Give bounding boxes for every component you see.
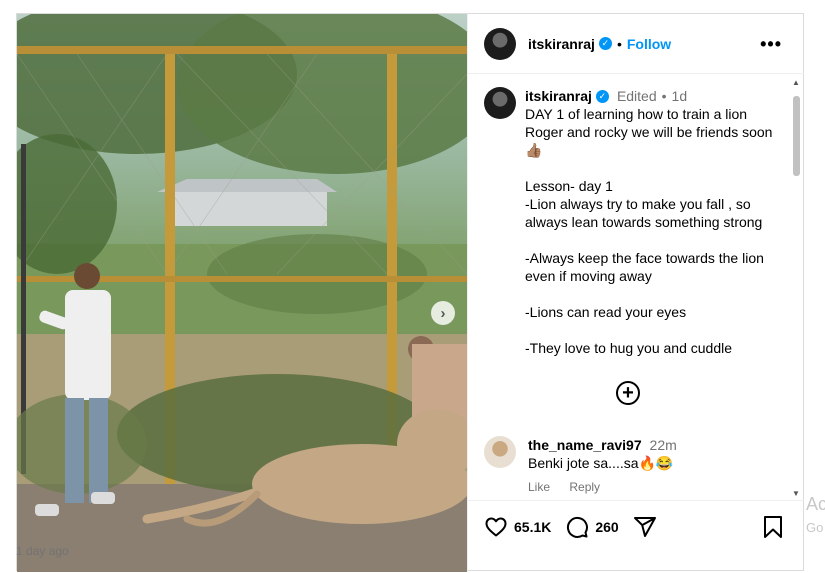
post-header: itskiranraj ✓ • Follow •••: [468, 14, 804, 74]
comment-item: the_name_ravi97 22m Benki jote sa....sa🔥…: [484, 436, 784, 496]
comments-area[interactable]: itskiranraj ✓ Edited • 1d DAY 1 of learn…: [468, 75, 804, 499]
activate-windows-overlay-line1: Ac: [806, 494, 825, 514]
comment-time[interactable]: 22m: [650, 437, 677, 453]
chevron-right-icon: ›: [440, 304, 446, 322]
likes-count[interactable]: 65.1K: [514, 519, 551, 535]
author-username[interactable]: itskiranraj: [528, 36, 595, 52]
comments-scrollbar[interactable]: ▲ ▼: [791, 78, 801, 498]
commenter-username[interactable]: the_name_ravi97: [528, 437, 642, 453]
comments-count[interactable]: 260: [595, 519, 618, 535]
ellipsis-icon[interactable]: •••: [760, 34, 782, 55]
caption-body: itskiranraj ✓ Edited • 1d DAY 1 of learn…: [525, 87, 784, 357]
scrollbar-thumb[interactable]: [793, 96, 800, 176]
post-sidebar: itskiranraj ✓ • Follow ••• itskiranraj ✓…: [467, 14, 804, 572]
caption-username[interactable]: itskiranraj: [525, 87, 592, 105]
verified-badge-icon: ✓: [595, 89, 609, 103]
share-icon[interactable]: [633, 515, 657, 539]
scroll-down-icon[interactable]: ▼: [792, 489, 800, 498]
activate-windows-overlay-line2: Go: [806, 520, 824, 535]
verified-badge-icon: ✓: [598, 37, 612, 50]
photo-illustration: [17, 14, 467, 572]
follow-button[interactable]: Follow: [627, 36, 671, 52]
bookmark-icon[interactable]: [762, 515, 784, 544]
separator-dot: •: [661, 88, 667, 104]
comment-icon[interactable]: [565, 515, 589, 539]
scroll-up-icon[interactable]: ▲: [792, 78, 800, 87]
heart-icon[interactable]: [484, 515, 508, 539]
caption-header: itskiranraj ✓ Edited • 1d: [525, 87, 784, 105]
caption-avatar[interactable]: [484, 87, 516, 119]
post-image[interactable]: ›: [17, 14, 467, 572]
caption-text: DAY 1 of learning how to train a lion Ro…: [525, 106, 773, 356]
next-image-button[interactable]: ›: [431, 301, 455, 325]
author-avatar[interactable]: [484, 27, 516, 60]
caption-time[interactable]: 1d: [672, 87, 688, 105]
separator-dot: •: [616, 35, 622, 52]
action-row: 65.1K 260: [484, 515, 657, 539]
comment-body: the_name_ravi97 22m Benki jote sa....sa🔥…: [528, 436, 677, 496]
add-comment-icon[interactable]: +: [616, 381, 640, 405]
post-actions: 65.1K 260: [468, 500, 804, 572]
post-time-ago[interactable]: 1 day ago: [16, 544, 69, 558]
comment-text: Benki jote sa....sa🔥😂: [528, 455, 674, 471]
comment-actions: Like Reply: [528, 478, 677, 496]
comment-like-button[interactable]: Like: [528, 480, 550, 494]
comment-reply-button[interactable]: Reply: [569, 480, 600, 494]
post-dialog: › itskiranraj ✓ • Follow ••• itskiranraj…: [16, 13, 804, 572]
commenter-avatar[interactable]: [484, 436, 516, 468]
edited-label: Edited: [616, 88, 657, 104]
caption: itskiranraj ✓ Edited • 1d DAY 1 of learn…: [484, 87, 784, 357]
